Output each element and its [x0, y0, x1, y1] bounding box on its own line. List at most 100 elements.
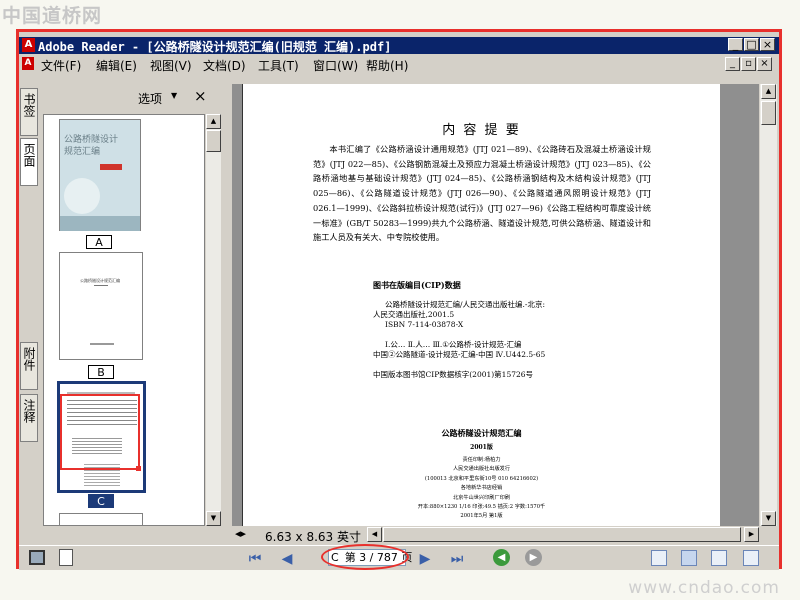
- doc-scroll-up-button[interactable]: ▲: [761, 84, 776, 99]
- cover-image: [64, 178, 100, 214]
- thumbnail-cover-title: 公路桥隧设计规范汇编: [64, 135, 119, 157]
- cip-spacer: [373, 360, 693, 370]
- thumbnail-b-line: [94, 285, 108, 286]
- navigation-tab-strip: 书签 页面 附件 注释: [20, 84, 38, 542]
- previous-page-button[interactable]: ◀: [277, 550, 297, 568]
- cover-footer-band: [60, 216, 140, 231]
- thumbnail-page-a[interactable]: 公路桥隧设计规范汇编: [59, 119, 141, 231]
- next-view-icon[interactable]: ▶: [525, 549, 542, 566]
- thumbnail-label-b: B: [88, 365, 114, 379]
- close-window-button[interactable]: ×: [760, 38, 775, 51]
- document-horizontal-scrollbar[interactable]: ◂▸ 6.63 x 8.63 英寸 ◀ ▶: [232, 526, 777, 544]
- window-title: Adobe Reader - [公路桥隧设计规范汇编(旧规范 汇编).pdf]: [38, 40, 392, 54]
- last-page-button[interactable]: ⏭: [447, 550, 467, 568]
- pages-panel: 选项 ▼ × 公路桥隧设计规范汇编 A 公路桥隧设计规范汇编 B C ▲ ▼: [40, 84, 223, 542]
- status-navigation-bar: ⏮ ◀ C第 3 / 787 页 ▶ ⏭ ◀ ▶: [19, 544, 779, 570]
- tab-comments-label: 注释: [22, 399, 36, 423]
- document-menu-icon[interactable]: A: [22, 57, 34, 70]
- menu-file[interactable]: 文件(F): [41, 57, 81, 74]
- split-handle-icon[interactable]: ◂▸: [235, 527, 246, 540]
- menu-edit[interactable]: 编辑(E): [96, 57, 137, 74]
- full-screen-icon[interactable]: [29, 550, 45, 565]
- panel-close-icon[interactable]: ×: [194, 87, 207, 105]
- tab-attachments-label: 附件: [22, 347, 36, 371]
- scroll-right-button[interactable]: ▶: [744, 527, 759, 542]
- continuous-layout-icon[interactable]: [681, 550, 697, 566]
- minimize-button[interactable]: _: [728, 38, 743, 51]
- watermark-logo-text: 中国道桥网: [2, 5, 103, 27]
- scroll-left-button[interactable]: ◀: [367, 527, 382, 542]
- maximize-button[interactable]: □: [744, 38, 759, 51]
- colophon-line: (100013 北京和平里东街10号 010 64216602): [424, 475, 539, 482]
- cip-line: ISBN 7-114-03878-X: [385, 320, 464, 329]
- scroll-up-button[interactable]: ▲: [206, 114, 221, 129]
- colophon-line: 开本:880×1230 1/16 印张:49.5 插页:2 字数:1570千: [417, 504, 546, 511]
- doc-scroll-thumb[interactable]: [761, 101, 776, 125]
- tab-bookmarks[interactable]: 书签: [20, 88, 38, 136]
- menu-view[interactable]: 视图(V): [150, 57, 192, 74]
- continuous-facing-layout-icon[interactable]: [743, 550, 759, 566]
- colophon-title: 公路桥隧设计规范汇编: [441, 428, 522, 438]
- tab-attachments[interactable]: 附件: [20, 342, 38, 390]
- colophon-block: 责任印制:杨柏力 人民交通出版社出版发行 (100013 北京和平里东街10号 …: [243, 456, 720, 522]
- next-page-button[interactable]: ▶: [415, 550, 435, 568]
- visible-area-box[interactable]: [60, 394, 140, 470]
- doc-scroll-down-button[interactable]: ▼: [761, 511, 776, 526]
- options-menu-button[interactable]: 选项: [138, 90, 162, 107]
- tab-pages[interactable]: 页面: [20, 138, 38, 186]
- single-page-layout-icon[interactable]: [651, 550, 667, 566]
- thumbnail-label-a: A: [86, 235, 112, 249]
- thumbnail-label-c: C: [88, 494, 114, 508]
- document-properties-icon[interactable]: [59, 549, 73, 566]
- thumbnail-page-d[interactable]: [59, 513, 143, 525]
- panel-header: 选项 ▼ ×: [40, 84, 223, 112]
- scroll-thumb[interactable]: [206, 130, 221, 152]
- visible-area-resize-handle[interactable]: [136, 466, 141, 471]
- cip-line: Ⅰ.公… Ⅱ.人… Ⅲ.①公路桥-设计规范-汇编: [385, 340, 522, 349]
- cover-red-band: [100, 164, 122, 170]
- thumbnail-list: 公路桥隧设计规范汇编 A 公路桥隧设计规范汇编 B C: [43, 114, 205, 526]
- colophon-line: 各地新华书店经销: [460, 485, 503, 492]
- cip-line: 中国版本图书馆CIP数据核字(2001)第15726号: [373, 370, 534, 379]
- cip-line: 公路桥隧设计规范汇编/人民交通出版社编.-北京:: [385, 300, 545, 309]
- thumbnail-page-c-selected[interactable]: [57, 381, 146, 493]
- thumbnail-scrollbar[interactable]: ▲ ▼: [206, 114, 221, 526]
- doc-close-button[interactable]: ×: [757, 57, 772, 71]
- cip-heading: 图书在版编目(CIP)数据: [373, 280, 461, 290]
- cip-block: 公路桥隧设计规范汇编/人民交通出版社编.-北京: 人民交通出版社,2001.5 …: [373, 300, 693, 380]
- pdf-page: 内 容 提 要 本书汇编了《公路桥涵设计通用规范》(JTJ 021—89)、《公…: [242, 84, 720, 526]
- doc-hscroll-thumb[interactable]: [383, 527, 741, 542]
- menu-window[interactable]: 窗口(W): [313, 57, 358, 74]
- title-bar: A Adobe Reader - [公路桥隧设计规范汇编(旧规范 汇编).pdf…: [19, 37, 779, 54]
- facing-layout-icon[interactable]: [711, 550, 727, 566]
- page-size-readout: 6.63 x 8.63 英寸: [265, 530, 361, 544]
- menu-tools[interactable]: 工具(T): [258, 57, 299, 74]
- thumbnail-b-caption: 公路桥隧设计规范汇编: [80, 278, 120, 283]
- document-vertical-scrollbar[interactable]: ▲ ▼: [760, 84, 777, 526]
- scroll-down-button[interactable]: ▼: [206, 511, 221, 526]
- tab-pages-label: 页面: [22, 143, 36, 167]
- first-page-button[interactable]: ⏮: [245, 550, 265, 568]
- colophon-line: 2001年5月 第1版: [460, 513, 503, 520]
- doc-minimize-button[interactable]: _: [725, 57, 740, 71]
- thumbnail-page-b[interactable]: 公路桥隧设计规范汇编: [59, 252, 143, 360]
- page-counter-highlight-ellipse: [321, 544, 409, 570]
- cip-spacer: [373, 330, 693, 340]
- previous-view-icon[interactable]: ◀: [493, 549, 510, 566]
- colophon-line: 人民交通出版社出版发行: [452, 466, 511, 473]
- doc-restore-button[interactable]: ▫: [741, 57, 756, 71]
- tab-comments[interactable]: 注释: [20, 394, 38, 442]
- menu-help[interactable]: 帮助(H): [366, 57, 408, 74]
- adobe-reader-icon[interactable]: A: [22, 38, 35, 52]
- menu-document[interactable]: 文档(D): [203, 57, 246, 74]
- colophon-line: 责任印制:杨柏力: [462, 457, 501, 463]
- thumbnail-b-footer: [90, 343, 114, 345]
- options-chevron-down-icon[interactable]: ▼: [171, 91, 177, 100]
- watermark-url: www.cndao.com: [628, 578, 780, 598]
- colophon-edition: 2001版: [470, 444, 493, 451]
- summary-text: 本书汇编了《公路桥涵设计通用规范》(JTJ 021—89)、《公路砖石及混凝土桥…: [313, 144, 651, 243]
- cip-line: 中国②公路隧道-设计规范-汇编-中国 Ⅳ.U442.5-65: [373, 350, 546, 359]
- menu-bar: A 文件(F) 编辑(E) 视图(V) 文档(D) 工具(T) 窗口(W) 帮助…: [19, 55, 779, 74]
- tab-bookmarks-label: 书签: [22, 93, 36, 117]
- reader-window: A Adobe Reader - [公路桥隧设计规范汇编(旧规范 汇编).pdf…: [16, 29, 782, 570]
